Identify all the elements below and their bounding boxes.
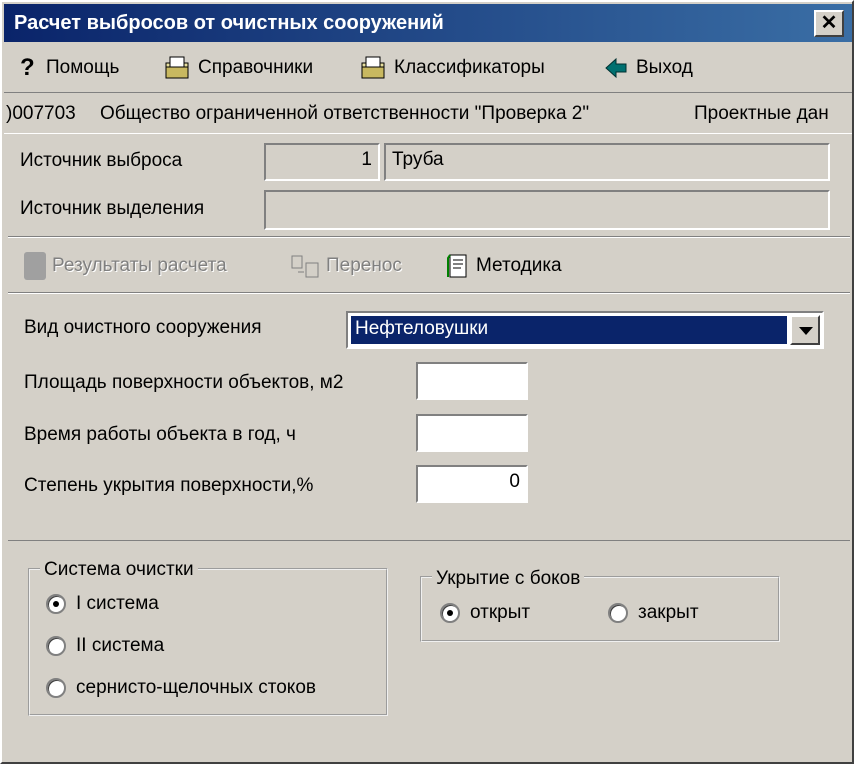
folder-icon [165,56,189,79]
window-title: Расчет выбросов от очистных сооружений [14,12,444,34]
results-label: Результаты расчета [52,255,227,276]
transfer-icon [291,255,319,278]
cleaning-option-3-label: сернисто-щелочных стоков [76,677,316,698]
method-button[interactable]: Методика [446,252,562,280]
emission-source-name: Труба [384,143,830,181]
side-cover-closed-label: закрыт [638,602,699,623]
menu-references[interactable]: Справочники [164,54,313,82]
emission-source-label: Источник выброса [20,150,183,171]
info-bar: )007703 Общество ограниченной ответствен… [4,92,852,134]
menu-references-label: Справочники [198,57,314,78]
menu-classifiers[interactable]: Классификаторы [360,54,545,82]
cleaning-option-2[interactable]: II система [46,635,164,657]
folder-icon [361,56,385,79]
emission-source-number: 1 [264,143,380,181]
method-label: Методика [476,255,562,276]
side-cover-open-label: открыт [470,602,531,623]
help-icon: ? [20,54,35,81]
menu-exit[interactable]: Выход [602,54,693,82]
area-label: Площадь поверхности объектов, м2 [24,372,344,393]
side-cover-closed[interactable]: закрыт [608,602,699,624]
side-cover-title: Укрытие с боков [432,568,585,590]
cleaning-system-title: Система очистки [40,559,198,581]
divider [8,292,850,294]
cover-degree-input[interactable]: 0 [416,465,528,503]
document-icon [447,254,467,278]
action-toolbar: Результаты расчета Перенос Методика [4,242,852,290]
release-source-field [264,190,830,230]
menu-bar: ? Помощь Справочники Классификаторы Выхо… [4,46,852,90]
side-cover-open[interactable]: открыт [440,602,530,624]
radio-icon [46,636,66,656]
facility-type-select[interactable]: Нефтеловушки [346,311,824,349]
menu-classifiers-label: Классификаторы [394,57,545,78]
cleaning-option-1[interactable]: I система [46,593,159,615]
radio-checked-icon [46,594,66,614]
project-data: Проектные дан [694,103,829,124]
cleaning-option-3[interactable]: сернисто-щелочных стоков [46,677,316,699]
divider [8,236,850,238]
chevron-down-icon[interactable] [790,315,820,345]
radio-icon [46,678,66,698]
cover-degree-label: Степень укрытия поверхности,% [24,475,314,496]
cleaning-option-1-label: I система [76,593,159,614]
arrow-left-icon [605,57,627,79]
radio-checked-icon [440,603,460,623]
facility-type-label: Вид очистного сооружения [24,317,262,338]
menu-help[interactable]: ? Помощь [20,54,119,82]
area-input[interactable] [416,362,528,400]
transfer-label: Перенос [326,255,402,276]
close-button[interactable]: ✕ [814,10,844,37]
radio-icon [608,603,628,623]
org-code: )007703 [6,103,76,124]
results-icon [24,252,46,280]
release-source-label: Источник выделения [20,198,205,219]
cleaning-option-2-label: II система [76,635,165,656]
title-bar[interactable]: Расчет выбросов от очистных сооружений ✕ [4,4,852,42]
main-window: Расчет выбросов от очистных сооружений ✕… [0,0,854,764]
org-name: Общество ограниченной ответственности "П… [100,103,590,124]
facility-type-value: Нефтеловушки [351,316,787,344]
menu-exit-label: Выход [636,57,693,78]
results-button[interactable]: Результаты расчета [24,252,227,280]
hours-input[interactable] [416,414,528,452]
hours-label: Время работы объекта в год, ч [24,424,296,445]
menu-help-label: Помощь [46,57,120,78]
transfer-button[interactable]: Перенос [290,252,402,280]
